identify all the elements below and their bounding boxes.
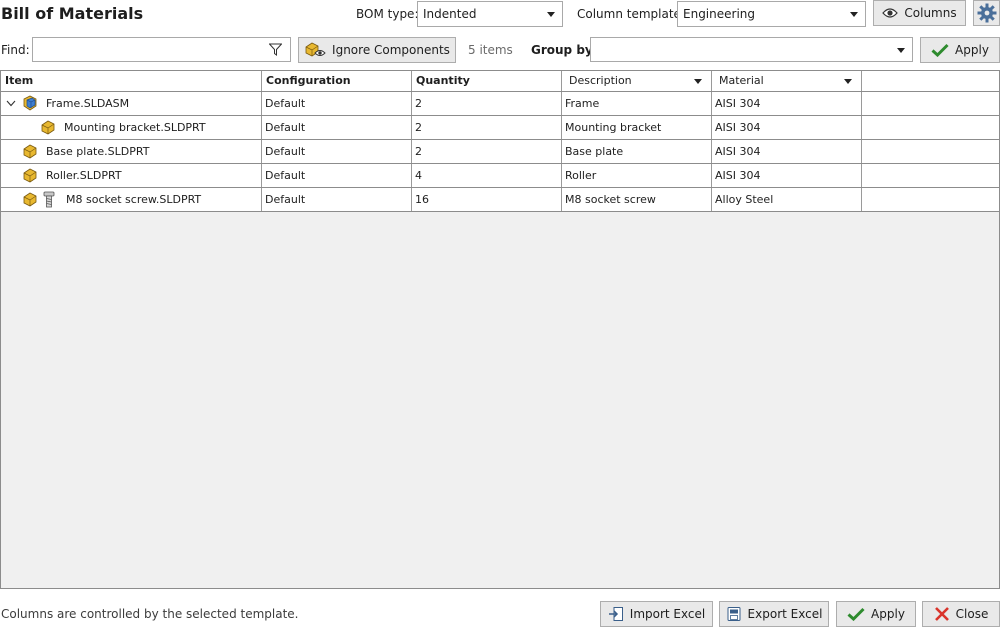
import-excel-label: Import Excel	[629, 607, 706, 621]
quantity-cell: 16	[412, 188, 562, 211]
table-row[interactable]: Roller.SLDPRT Default 4 Roller AISI 304	[1, 164, 999, 188]
description-cell: Roller	[562, 164, 712, 187]
part-icon	[23, 168, 37, 183]
close-x-icon	[934, 607, 949, 621]
column-template-value: Engineering	[683, 7, 755, 21]
close-button-label: Close	[955, 607, 989, 621]
table-row[interactable]: Base plate.SLDPRT Default 2 Base plate A…	[1, 140, 999, 164]
grid-header: Item Configuration Quantity Description …	[1, 71, 999, 92]
item-name: Frame.SLDASM	[46, 97, 130, 110]
column-template-select[interactable]: Engineering	[677, 1, 866, 27]
column-header-item[interactable]: Item	[1, 71, 262, 91]
description-cell: Frame	[562, 92, 712, 115]
group-by-select[interactable]	[590, 37, 913, 62]
apply-button[interactable]: Apply	[836, 601, 916, 627]
material-cell: AISI 304	[712, 116, 862, 139]
column-dropdown-arrow-icon[interactable]	[694, 79, 702, 84]
check-icon	[931, 43, 949, 57]
assembly-icon	[23, 95, 37, 111]
config-cell: Default	[262, 164, 412, 187]
bom-grid[interactable]: Item Configuration Quantity Description …	[0, 70, 1000, 589]
material-cell: AISI 304	[712, 164, 862, 187]
ignore-components-button[interactable]: Ignore Components	[298, 37, 456, 63]
table-row[interactable]: M8 socket screw.SLDPRT Default 16 M8 soc…	[1, 188, 999, 212]
item-name: Mounting bracket.SLDPRT	[64, 121, 206, 134]
quantity-cell: 4	[412, 164, 562, 187]
export-excel-label: Export Excel	[747, 607, 823, 621]
description-cell: M8 socket screw	[562, 188, 712, 211]
part-icon	[41, 120, 55, 135]
quantity-cell: 2	[412, 116, 562, 139]
dropdown-arrow-icon	[850, 12, 858, 17]
part-icon	[23, 144, 37, 159]
check-icon	[847, 607, 865, 621]
apply-filter-label: Apply	[955, 43, 989, 57]
columns-button-label: Columns	[904, 6, 957, 20]
import-excel-icon	[608, 607, 623, 621]
find-label: Find:	[1, 43, 30, 57]
config-cell: Default	[262, 188, 412, 211]
ignore-components-label: Ignore Components	[332, 43, 450, 57]
column-dropdown-arrow-icon[interactable]	[844, 79, 852, 84]
settings-button[interactable]	[973, 0, 1000, 26]
column-header-configuration[interactable]: Configuration	[262, 71, 412, 91]
quantity-cell: 2	[412, 140, 562, 163]
filter-icon	[269, 43, 282, 56]
part-icon	[23, 192, 37, 207]
dropdown-arrow-icon	[897, 48, 905, 53]
item-name: Roller.SLDPRT	[46, 169, 122, 182]
window-title: Bill of Materials	[1, 4, 144, 23]
config-cell: Default	[262, 140, 412, 163]
footer-note: Columns are controlled by the selected t…	[1, 607, 299, 621]
table-row[interactable]: Frame.SLDASM Default 2 Frame AISI 304	[1, 92, 999, 116]
table-row[interactable]: Mounting bracket.SLDPRT Default 2 Mounti…	[1, 116, 999, 140]
chevron-down-icon[interactable]	[6, 100, 16, 107]
column-header-description[interactable]: Description	[562, 71, 712, 91]
config-cell: Default	[262, 116, 412, 139]
dropdown-arrow-icon	[547, 12, 555, 17]
item-name: M8 socket screw.SLDPRT	[66, 193, 202, 206]
bom-type-label: BOM type:	[356, 7, 419, 21]
bom-type-select[interactable]: Indented	[417, 1, 563, 27]
import-excel-button[interactable]: Import Excel	[600, 601, 713, 627]
eye-icon	[882, 8, 899, 18]
close-button[interactable]: Close	[922, 601, 1000, 627]
material-cell: Alloy Steel	[712, 188, 862, 211]
column-header-material[interactable]: Material	[712, 71, 862, 91]
ignore-components-icon	[305, 42, 326, 57]
apply-button-label: Apply	[871, 607, 905, 621]
find-input[interactable]	[32, 37, 291, 62]
quantity-cell: 2	[412, 92, 562, 115]
gear-icon	[977, 3, 996, 23]
items-count: 5 items	[468, 43, 513, 57]
material-cell: AISI 304	[712, 140, 862, 163]
column-template-label: Column template:	[577, 7, 685, 21]
column-header-filler	[862, 71, 999, 91]
group-by-label: Group by:	[531, 43, 598, 57]
export-excel-button[interactable]: Export Excel	[719, 601, 829, 627]
description-cell: Mounting bracket	[562, 116, 712, 139]
bom-type-value: Indented	[423, 7, 477, 21]
config-cell: Default	[262, 92, 412, 115]
column-header-quantity[interactable]: Quantity	[412, 71, 562, 91]
columns-button[interactable]: Columns	[873, 0, 966, 26]
description-cell: Base plate	[562, 140, 712, 163]
apply-filter-button[interactable]: Apply	[920, 37, 1000, 63]
screw-icon	[43, 191, 55, 208]
material-cell: AISI 304	[712, 92, 862, 115]
export-excel-icon	[727, 607, 741, 621]
item-name: Base plate.SLDPRT	[46, 145, 150, 158]
